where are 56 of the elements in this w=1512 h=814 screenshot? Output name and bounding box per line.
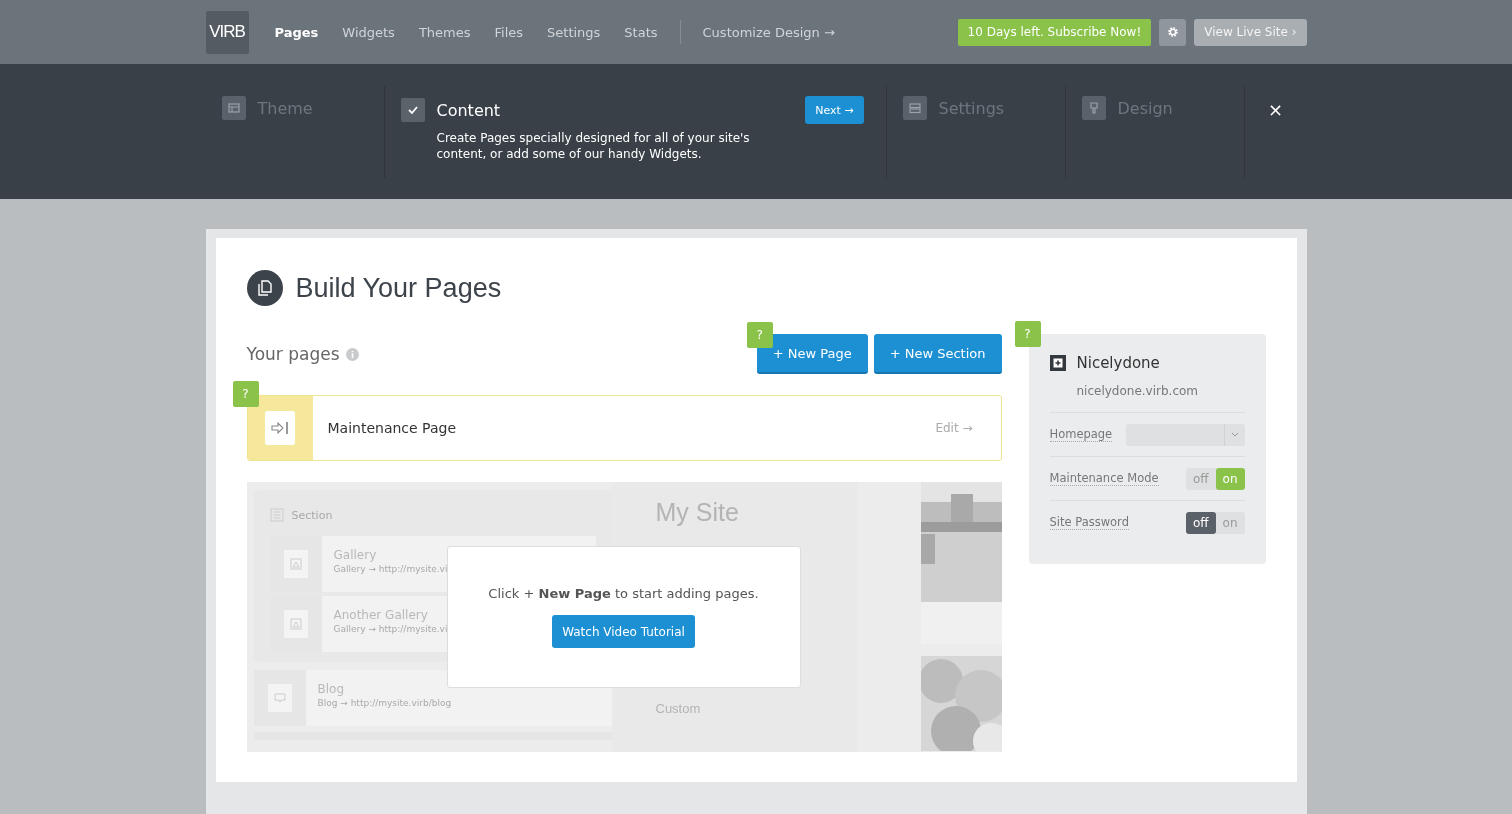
edit-link[interactable]: Edit → bbox=[935, 421, 973, 435]
on-option[interactable]: on bbox=[1215, 467, 1245, 490]
image-page-icon bbox=[283, 550, 308, 578]
info-icon bbox=[345, 347, 359, 361]
help-badge[interactable]: ? bbox=[746, 322, 773, 348]
new-section-button[interactable]: + New Section bbox=[873, 334, 1002, 374]
preview-page-name: Another Gallery bbox=[333, 608, 429, 622]
off-option[interactable]: off bbox=[1185, 467, 1216, 490]
view-live-site-button[interactable]: View Live Site › bbox=[1194, 18, 1307, 46]
nav-link[interactable]: Widgets bbox=[330, 24, 407, 40]
close-button[interactable]: × bbox=[1263, 98, 1288, 120]
step-label[interactable]: Content bbox=[436, 100, 501, 120]
comment-page-icon bbox=[267, 684, 292, 712]
preview-page-url: Blog → http://mysite.virb/blog bbox=[317, 698, 452, 708]
brush-icon bbox=[1081, 96, 1106, 120]
image-page-icon bbox=[283, 610, 308, 638]
setting-label: Maintenance Mode bbox=[1049, 471, 1159, 486]
setting-label: Homepage bbox=[1049, 427, 1113, 442]
preview-page-url: Gallery → http://mysite.vi bbox=[333, 564, 448, 574]
empty-state-message: Click + New Page to start adding pages. bbox=[488, 586, 759, 601]
section-heading: Your pages bbox=[246, 344, 340, 364]
step-description: Create Pages specially designed for all of your site's content, or add some of our handy Widgets. bbox=[436, 130, 751, 162]
server-icon bbox=[902, 96, 927, 120]
nav-link[interactable]: Files bbox=[482, 24, 536, 40]
watch-video-button[interactable]: Watch Video Tutorial bbox=[552, 615, 695, 648]
preview-page-name: Gallery bbox=[333, 548, 378, 562]
plus-square-icon bbox=[1049, 355, 1066, 371]
on-option[interactable]: on bbox=[1215, 511, 1245, 534]
preview-page-name: Blog bbox=[317, 682, 346, 696]
off-option[interactable]: off bbox=[1185, 511, 1216, 534]
next-button[interactable]: Next → bbox=[805, 96, 864, 124]
page-name: Maintenance Page bbox=[327, 420, 456, 436]
page-icon bbox=[246, 270, 283, 306]
layout-icon bbox=[221, 96, 246, 120]
customize-link[interactable]: Customize Design → bbox=[690, 24, 847, 40]
help-badge[interactable]: ? bbox=[1014, 321, 1041, 347]
checkmark-icon bbox=[400, 98, 425, 122]
nav-link[interactable]: Settings bbox=[535, 24, 613, 40]
nav-link[interactable]: Stats bbox=[612, 24, 670, 40]
section-label: Section bbox=[291, 508, 333, 522]
toggle-switch[interactable]: off on bbox=[1185, 467, 1245, 490]
site-url: nicelydone.virb.com bbox=[1076, 384, 1200, 398]
nav-link[interactable]: Themes bbox=[406, 24, 483, 40]
help-badge[interactable]: ? bbox=[232, 381, 259, 407]
subscribe-button[interactable]: 10 Days left. Subscribe Now! bbox=[957, 18, 1152, 46]
toggle-switch[interactable]: off on bbox=[1185, 511, 1245, 534]
page-row[interactable]: Maintenance Page Edit → bbox=[246, 395, 1002, 461]
nav-link[interactable]: Pages bbox=[262, 24, 331, 40]
redirect-page-icon bbox=[265, 411, 295, 445]
page-title: Build Your Pages bbox=[295, 272, 502, 304]
settings-icon bbox=[1166, 26, 1179, 38]
preview-page-url: Gallery → http://mysite.vi bbox=[333, 624, 448, 634]
setting-label: Site Password bbox=[1049, 515, 1129, 530]
settings-button[interactable] bbox=[1159, 18, 1187, 46]
site-name: Nicelydone bbox=[1076, 354, 1160, 372]
logo[interactable]: VIRB bbox=[205, 10, 249, 54]
